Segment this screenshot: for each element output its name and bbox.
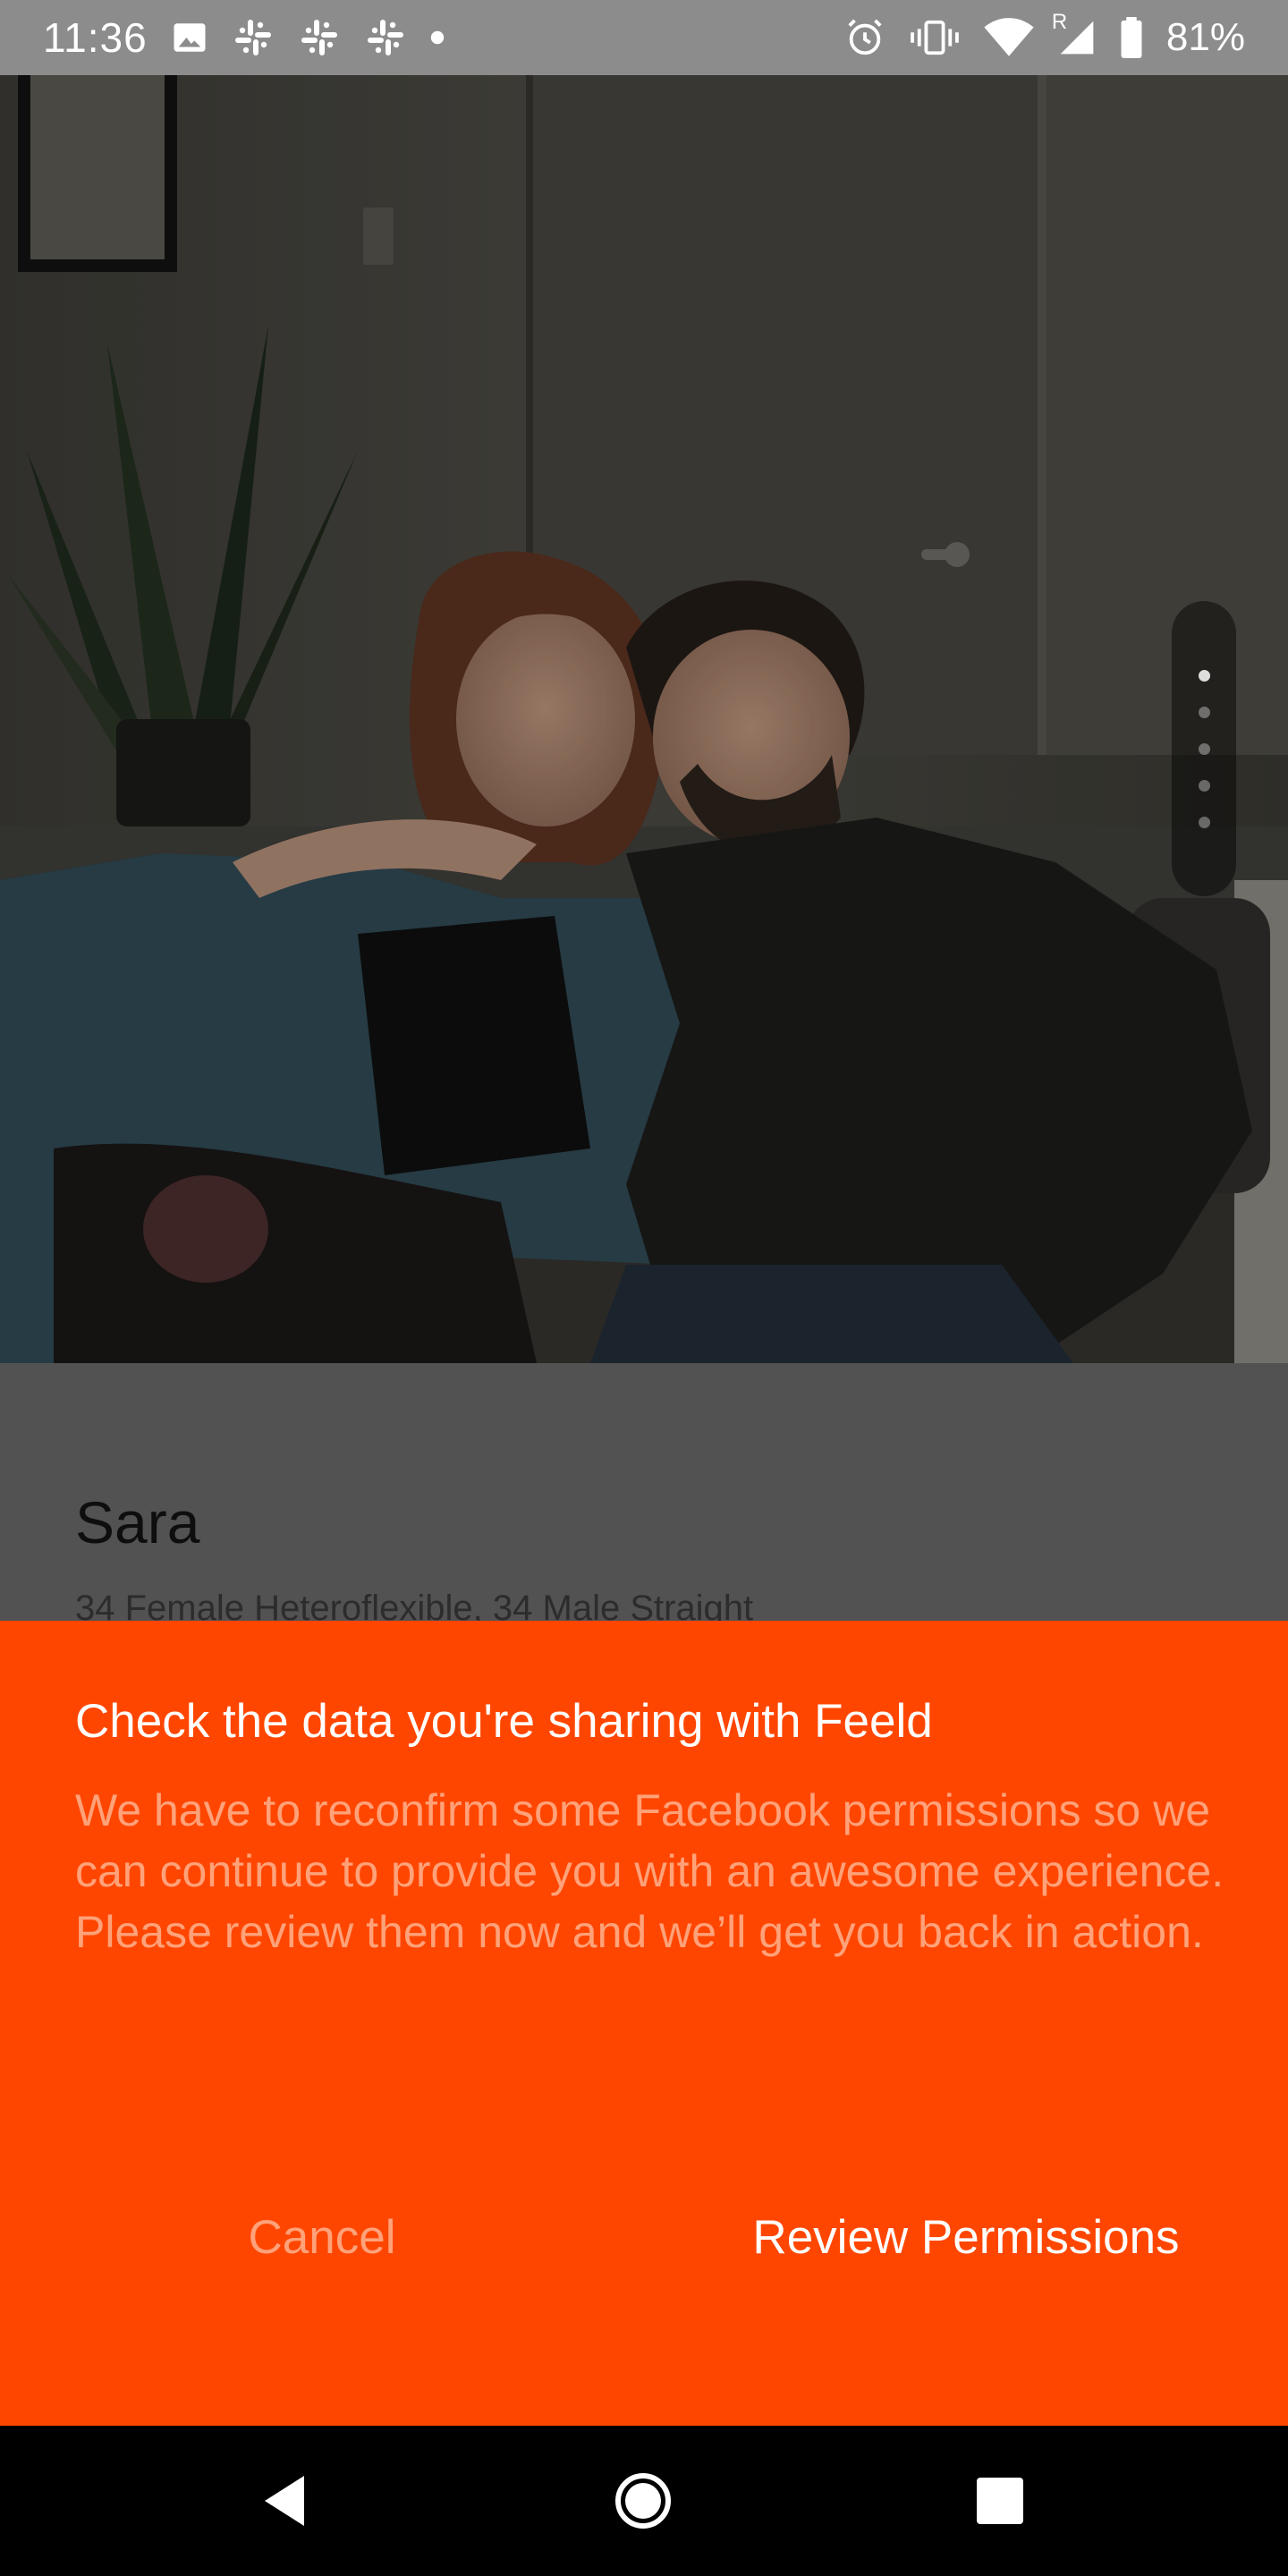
pager-dot[interactable]	[1198, 779, 1210, 792]
profile-info: Sara 34 Female Heteroflexible, 34 Male S…	[0, 1363, 1288, 1621]
review-permissions-button[interactable]: Review Permissions	[733, 2188, 1199, 2286]
status-bar-right: R 81%	[844, 10, 1245, 60]
recents-icon[interactable]	[962, 2463, 1038, 2538]
vibrate-icon	[909, 17, 961, 58]
pager-dot[interactable]	[1198, 706, 1210, 718]
status-time: 11:36	[43, 14, 148, 61]
photo-dim-overlay	[0, 75, 1288, 1363]
navigation-bar	[0, 2426, 1288, 2576]
status-bar: 11:36 R 81%	[0, 0, 1288, 75]
profile-photo[interactable]	[0, 75, 1288, 1363]
alarm-icon	[844, 17, 886, 58]
profile-meta: 34 Female Heteroflexible, 34 Male Straig…	[75, 1589, 754, 1621]
status-bar-left: 11:36	[43, 13, 445, 62]
slack-icon	[298, 16, 341, 59]
profile-name: Sara	[75, 1489, 200, 1555]
slack-icon	[232, 16, 275, 59]
back-icon[interactable]	[247, 2463, 322, 2538]
permissions-dialog: Check the data you're sharing with Feeld…	[0, 1621, 1288, 2426]
battery-icon	[1120, 17, 1143, 58]
pager-dot[interactable]	[1198, 742, 1210, 755]
photo-pager[interactable]	[1172, 601, 1236, 896]
dialog-body: We have to reconfirm some Facebook permi…	[75, 1785, 1224, 1957]
dot-icon	[430, 30, 445, 45]
battery-percent: 81%	[1165, 15, 1245, 59]
dialog-title: Check the data you're sharing with Feeld	[75, 1695, 933, 1748]
pager-dot[interactable]	[1198, 669, 1210, 682]
slack-icon	[364, 16, 407, 59]
pager-dot[interactable]	[1198, 816, 1210, 828]
roaming-label: R	[1051, 10, 1068, 34]
cancel-button[interactable]: Cancel	[179, 2188, 465, 2286]
home-icon[interactable]	[606, 2463, 681, 2538]
wifi-icon	[984, 17, 1034, 58]
signal-icon: R	[1052, 10, 1097, 58]
image-icon	[171, 19, 208, 56]
